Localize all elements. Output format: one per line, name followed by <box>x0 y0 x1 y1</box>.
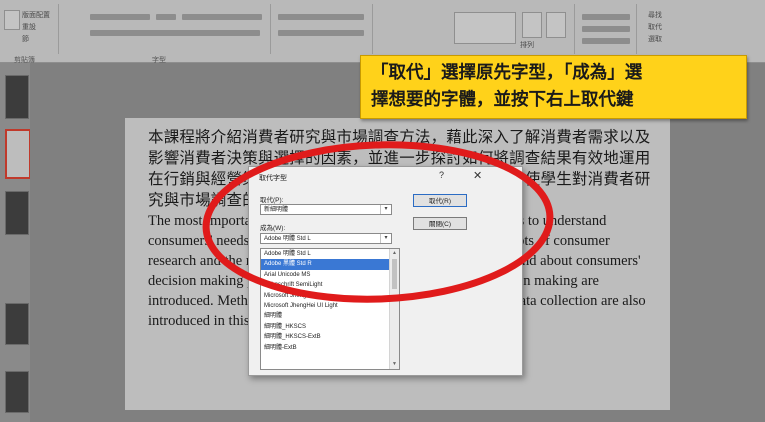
instruction-callout: 「取代」選擇原先字型，「成為」選 擇想要的字體，並按下右上取代鍵 <box>360 55 747 119</box>
callout-line-2: 擇想要的字體，並按下右上取代鍵 <box>371 90 634 110</box>
callout-line-1: 「取代」選擇原先字型，「成為」選 <box>371 63 643 83</box>
